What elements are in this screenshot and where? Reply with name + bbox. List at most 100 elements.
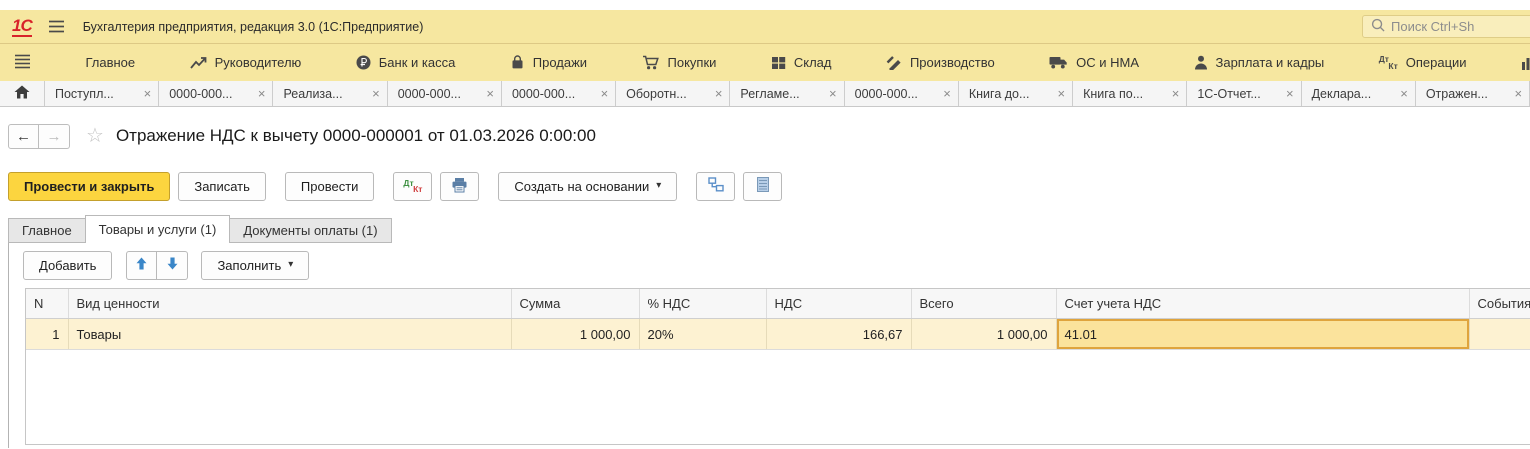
window-tab[interactable]: 0000-000...× bbox=[845, 81, 959, 106]
fill-button[interactable]: Заполнить ▾ bbox=[201, 251, 309, 280]
close-icon[interactable]: × bbox=[1058, 86, 1066, 101]
menu-label: Банк и касса bbox=[379, 55, 456, 70]
close-icon[interactable]: × bbox=[601, 86, 609, 101]
menu-pokupki[interactable]: Покупки bbox=[642, 55, 717, 70]
menu-zarplata-i-kadry[interactable]: Зарплата и кадры bbox=[1194, 55, 1325, 70]
close-icon[interactable]: × bbox=[829, 86, 837, 101]
chevron-down-icon: ▾ bbox=[656, 181, 661, 191]
bag-icon bbox=[510, 55, 525, 70]
tab-glavnoe[interactable]: Главное bbox=[8, 218, 86, 243]
close-icon[interactable]: × bbox=[1514, 86, 1522, 101]
tab-tovary-i-uslugi[interactable]: Товары и услуги (1) bbox=[85, 215, 231, 243]
cell-total[interactable]: 1 000,00 bbox=[911, 319, 1056, 350]
cart-icon bbox=[642, 55, 660, 70]
window-tab[interactable]: Регламе...× bbox=[730, 81, 844, 106]
arrow-down-icon bbox=[167, 257, 178, 273]
menu-operacii[interactable]: Дт Кт Операции bbox=[1379, 54, 1467, 71]
window-tab[interactable]: 0000-000...× bbox=[388, 81, 502, 106]
close-icon[interactable]: × bbox=[1172, 86, 1180, 101]
global-search-input[interactable]: Поиск Ctrl+Sh bbox=[1362, 15, 1530, 38]
window-tab[interactable]: Книга по...× bbox=[1073, 81, 1187, 106]
close-icon[interactable]: × bbox=[715, 86, 723, 101]
save-button[interactable]: Записать bbox=[178, 172, 266, 201]
arrow-up-icon bbox=[136, 257, 147, 273]
window-tab-active[interactable]: Отражен... × bbox=[1416, 81, 1530, 106]
window-tab-label: Отражен... bbox=[1426, 87, 1488, 101]
close-icon[interactable]: × bbox=[372, 86, 380, 101]
close-icon[interactable]: × bbox=[1286, 86, 1294, 101]
list-report-icon bbox=[757, 177, 769, 195]
close-icon[interactable]: × bbox=[144, 86, 152, 101]
close-icon[interactable]: × bbox=[1400, 86, 1408, 101]
cell-vat-rate[interactable]: 20% bbox=[639, 319, 766, 350]
tab-label: Документы оплаты (1) bbox=[243, 223, 377, 238]
cell-account-selected[interactable]: 41.01 bbox=[1056, 319, 1469, 350]
main-menu-icon[interactable] bbox=[48, 20, 65, 33]
menu-label: Продажи bbox=[533, 55, 587, 70]
tab-dokumenty-oplaty[interactable]: Документы оплаты (1) bbox=[229, 218, 391, 243]
window-tab[interactable]: Оборотн... × bbox=[616, 81, 730, 106]
home-tab[interactable] bbox=[0, 81, 45, 106]
document-title: Отражение НДС к вычету 0000-000001 от 01… bbox=[116, 126, 596, 146]
show-postings-button[interactable]: Дт Кт bbox=[393, 172, 432, 201]
related-documents-button[interactable] bbox=[696, 172, 735, 201]
tab-page-content: Добавить Заполнить ▾ bbox=[8, 243, 1530, 448]
menu-rukovoditelyu[interactable]: Руководителю bbox=[190, 55, 302, 70]
sections-panel-icon[interactable] bbox=[14, 54, 31, 72]
document-register-button[interactable] bbox=[743, 172, 782, 201]
linked-documents-icon bbox=[708, 177, 724, 195]
window-tabs-bar: Поступл...× 0000-000...× Реализа... × 000… bbox=[0, 81, 1530, 107]
trend-icon bbox=[190, 56, 207, 70]
window-tab[interactable]: 0000-000...× bbox=[159, 81, 273, 106]
menu-sklad[interactable]: Склад bbox=[771, 55, 832, 70]
cell-event[interactable] bbox=[1469, 319, 1530, 350]
home-icon bbox=[14, 85, 30, 102]
cell-vat[interactable]: 166,67 bbox=[766, 319, 911, 350]
menu-label: Главное bbox=[85, 55, 135, 70]
post-button[interactable]: Провести bbox=[285, 172, 375, 201]
close-icon[interactable]: × bbox=[258, 86, 266, 101]
menu-bank-i-kassa[interactable]: Банк и касса bbox=[356, 55, 456, 70]
menu-prodazhi[interactable]: Продажи bbox=[510, 55, 587, 70]
window-tab-label: Оборотн... bbox=[626, 87, 687, 101]
column-header-vat: НДС bbox=[766, 289, 911, 319]
cell-sum[interactable]: 1 000,00 bbox=[511, 319, 639, 350]
dtkt-postings-icon: Дт Кт bbox=[403, 178, 422, 195]
cell-kind[interactable]: Товары bbox=[68, 319, 511, 350]
app-window: 1С Бухгалтерия предприятия, редакция 3.0… bbox=[0, 0, 1530, 449]
window-tab[interactable]: 0000-000...× bbox=[502, 81, 616, 106]
favorite-star-icon[interactable]: ☆ bbox=[86, 126, 104, 146]
search-placeholder: Поиск Ctrl+Sh bbox=[1391, 19, 1474, 34]
forward-button[interactable]: → bbox=[39, 124, 70, 149]
column-header-event: События bbox=[1469, 289, 1530, 319]
menu-proizvodstvo[interactable]: Производство bbox=[886, 55, 995, 70]
forward-arrow-icon: → bbox=[47, 128, 62, 145]
title-bar: 1С Бухгалтерия предприятия, редакция 3.0… bbox=[0, 10, 1530, 44]
window-tab[interactable]: 1С-Отчет...× bbox=[1187, 81, 1301, 106]
print-button[interactable] bbox=[440, 172, 479, 201]
create-based-on-button[interactable]: Создать на основании ▾ bbox=[498, 172, 677, 201]
window-tab[interactable]: Деклара...× bbox=[1302, 81, 1416, 106]
window-tab-label: Реализа... bbox=[283, 87, 342, 101]
form-tabs: Главное Товары и услуги (1) Документы оп… bbox=[8, 215, 1530, 243]
menu-label: Склад bbox=[794, 55, 832, 70]
menu-os-i-nma[interactable]: ОС и НМА bbox=[1049, 55, 1139, 70]
post-and-close-button[interactable]: Провести и закрыть bbox=[8, 172, 170, 201]
dtkt-icon: Дт Кт bbox=[1379, 54, 1398, 71]
menu-glavnoe[interactable]: Главное bbox=[85, 55, 135, 70]
close-icon[interactable]: × bbox=[486, 86, 494, 101]
truck-icon bbox=[1049, 56, 1068, 69]
window-tab[interactable]: Поступл...× bbox=[45, 81, 159, 106]
move-up-button[interactable] bbox=[126, 251, 157, 280]
chevron-down-icon: ▾ bbox=[288, 260, 293, 270]
add-row-button[interactable]: Добавить bbox=[23, 251, 112, 280]
cell-n[interactable]: 1 bbox=[26, 319, 68, 350]
os-strip bbox=[0, 0, 1530, 10]
window-tab[interactable]: Книга до... × bbox=[959, 81, 1073, 106]
window-tab-label: Книга до... bbox=[969, 87, 1030, 101]
window-tab[interactable]: Реализа... × bbox=[273, 81, 387, 106]
back-button[interactable]: ← bbox=[8, 124, 39, 149]
close-icon[interactable]: × bbox=[943, 86, 951, 101]
move-down-button[interactable] bbox=[157, 251, 188, 280]
menu-otchety[interactable]: Отчеты bbox=[1521, 55, 1530, 70]
